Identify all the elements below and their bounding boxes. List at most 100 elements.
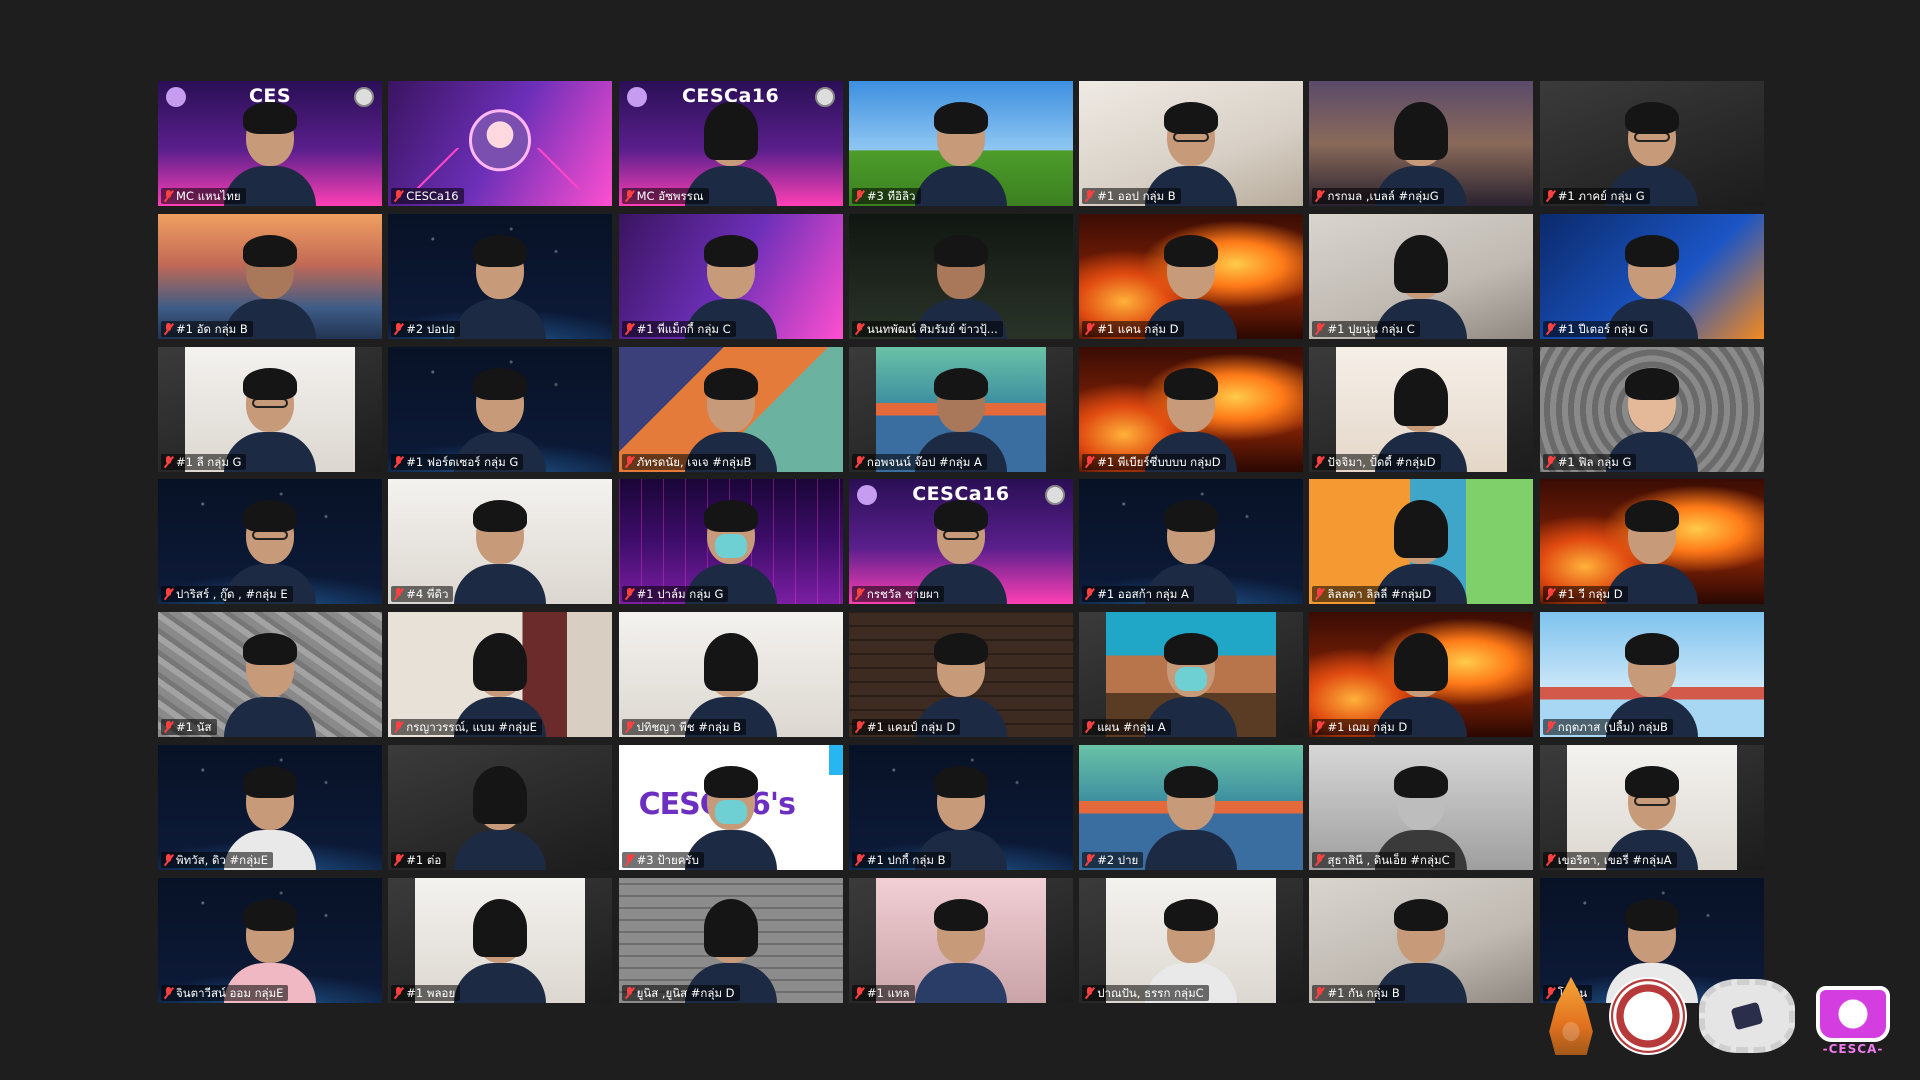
participant-tile[interactable]: #1 แคน กลุ่ม D xyxy=(1079,213,1304,339)
participant-tile[interactable]: #1 เฌม กลุ่ม D xyxy=(1309,612,1534,738)
muted-mic-icon xyxy=(394,986,403,999)
participant-tile[interactable]: #2 ปอปอ xyxy=(388,213,613,339)
participant-tile[interactable]: #1 ภาคย์ กลุ่ม G xyxy=(1539,81,1764,206)
muted-mic-icon xyxy=(394,588,403,600)
muted-mic-icon xyxy=(855,986,864,999)
participant-name: กรชวัล ชายผา xyxy=(866,587,940,602)
participant-tile[interactable]: #1 วี กลุ่ม D xyxy=(1539,479,1764,605)
participant-tile[interactable]: #1 อัด กลุ่ม B xyxy=(158,213,382,339)
participant-tile[interactable]: ปาริสร์ , กู๊ด , #กลุ่ม E xyxy=(158,479,382,605)
participant-tile[interactable]: ยูนิส ,ยูนิส #กลุ่ม D xyxy=(618,877,843,1003)
participant-name: #1 พี่แม็กกี้ กลุ่ม C xyxy=(636,321,731,336)
participant-name: #1 ลี กลุ่ม G xyxy=(176,454,242,469)
cesca-mini-logo-icon xyxy=(166,87,186,107)
participant-tile[interactable]: #1 แคมป์ กลุ่ม D xyxy=(848,612,1073,738)
participant-tile[interactable]: ภัทรดนัย, เจเจ #กลุ่มB xyxy=(618,346,843,472)
participant-tile[interactable]: #1 ออสก้า กลุ่ม A xyxy=(1079,479,1304,605)
participant-name-bar: จินตาวีสน์ ออม กลุ่มE xyxy=(161,984,289,1001)
participant-name: ภัทรดนัย, เจเจ #กลุ่มB xyxy=(636,454,752,469)
muted-mic-icon xyxy=(1315,322,1324,335)
participant-tile[interactable]: #3 ทีอิลิว xyxy=(848,81,1073,206)
participant-name: CESCa16 xyxy=(406,189,459,203)
participant-hair xyxy=(1624,234,1679,267)
participant-tile[interactable]: #1 ปุยนุ่น กลุ่ม C xyxy=(1309,213,1534,339)
participant-name-bar: #1 พีเบียร์ซึ่บบบบ กลุ่มD xyxy=(1082,453,1226,470)
muted-mic-icon xyxy=(1546,190,1555,202)
participant-hair xyxy=(703,633,758,692)
participant-tile[interactable]: ปทิชญา พีช #กลุ่ม B xyxy=(618,612,843,738)
participant-name-bar: #1 ลี กลุ่ม G xyxy=(161,453,247,470)
participant-tile[interactable]: #1 ฟอร์ตเซอร์ กลุ่ม G xyxy=(388,346,613,472)
video-feed xyxy=(1079,346,1304,472)
participant-tile[interactable]: ลิลลดา ลิลลี่ #กลุ่มD xyxy=(1309,479,1534,605)
participant-tile[interactable]: #1 ออป กลุ่ม B xyxy=(1079,81,1304,206)
muted-mic-icon xyxy=(1315,721,1324,733)
participant-tile[interactable]: #1 ปกกี้ กลุ่ม B xyxy=(848,744,1073,870)
muted-mic-icon xyxy=(625,721,634,733)
participant-tile[interactable]: กรกมล ,เบลล์ #กลุ่มG xyxy=(1309,81,1534,206)
participant-tile[interactable]: ปัจจิมา, ปั้ดดี้ #กลุ่มD xyxy=(1309,346,1534,472)
participant-name-bar: #1 ปาล์ม กลุ่ม G xyxy=(621,586,729,603)
cesc-card-accent xyxy=(828,744,843,775)
gear-chip-logo xyxy=(1699,979,1795,1053)
participant-tile[interactable]: #1 พลอย xyxy=(388,877,613,1003)
participant-hair xyxy=(243,367,297,400)
participant-name-bar: MC แหนไทย xyxy=(161,188,246,204)
participant-name-bar: แผน #กลุ่ม A xyxy=(1082,719,1171,736)
participant-tile[interactable]: แผน #กลุ่ม A xyxy=(1079,612,1304,738)
participant-tile[interactable]: CESCa16 กรชวัล ชายผา xyxy=(848,479,1073,605)
muted-mic-icon xyxy=(1085,190,1094,202)
participant-tile[interactable]: จินตาวีสน์ ออม กลุ่มE xyxy=(158,877,382,1003)
video-feed xyxy=(1336,346,1507,472)
muted-mic-icon xyxy=(1085,986,1094,999)
participant-tile[interactable]: #2 ปาย xyxy=(1079,744,1304,870)
participant-tile[interactable]: CESCa16 MC อัซพรรณ xyxy=(618,81,843,206)
participant-tile[interactable]: #1 ปาล์ม กลุ่ม G xyxy=(618,479,843,605)
participant-tile[interactable]: #1 นัส xyxy=(158,612,382,738)
participant-tile[interactable]: กอพจนน์ จ๊อป #กลุ่ม A xyxy=(848,346,1073,472)
participant-hair xyxy=(473,500,528,533)
participant-tile[interactable]: #1 ลี กลุ่ม G xyxy=(158,346,382,472)
participant-tile[interactable]: #1 แทล xyxy=(848,877,1073,1003)
participant-tile[interactable]: CESCa16 xyxy=(388,81,613,206)
muted-mic-icon xyxy=(164,190,173,202)
participant-tile[interactable]: #4 พี่ดิว xyxy=(388,479,613,605)
participant-tile[interactable]: #1 ปีเตอร์ กลุ่ม G xyxy=(1539,213,1764,339)
participant-name: #3 ป้ายครับ xyxy=(636,852,699,867)
participant-name: #2 ปอปอ xyxy=(406,321,456,336)
participant-hair xyxy=(703,234,758,267)
participant-tile[interactable]: พิทวัส, ดิว #กลุ่มE xyxy=(158,744,382,870)
cesca-logo-text: -CESCA- xyxy=(1822,1042,1884,1056)
participant-body xyxy=(454,962,547,1003)
video-feed xyxy=(875,346,1047,472)
participant-name: ปทิชญา พีช #กลุ่ม B xyxy=(636,720,742,735)
participant-tile[interactable]: #1 กัน กลุ่ม B xyxy=(1309,877,1534,1003)
participant-tile[interactable]: #1 พี่แม็กกี้ กลุ่ม C xyxy=(618,213,843,339)
participant-hair xyxy=(1394,633,1449,692)
participant-tile[interactable]: กรญาวรรณ์, แบม #กลุ่มE xyxy=(388,612,613,738)
participant-tile[interactable]: #1 พีเบียร์ซึ่บบบบ กลุ่มD xyxy=(1079,346,1304,472)
participant-hair xyxy=(1394,898,1449,931)
muted-mic-icon xyxy=(394,455,403,468)
participant-body xyxy=(1145,829,1238,870)
participant-name: #1 ปีเตอร์ กลุ่ม G xyxy=(1557,321,1648,336)
participant-hair xyxy=(243,898,297,931)
participant-tile[interactable]: CES MC แหนไทย xyxy=(158,81,382,206)
sponsor-logos: -CESCA- xyxy=(1545,975,1899,1057)
participant-tile[interactable]: สุธาสินี , ดินเอ็ย #กลุ่มC xyxy=(1309,744,1534,870)
participant-tile[interactable]: ปาณปัน, ธรรก กลุ่มC xyxy=(1079,877,1304,1003)
participant-name: #1 วี กลุ่ม D xyxy=(1557,587,1623,602)
participant-hair xyxy=(933,898,988,931)
cart-icon xyxy=(1816,986,1890,1042)
participant-tile[interactable]: นนทพัฒน์ ศิมรัมย์ ข้าวปุ้... xyxy=(848,213,1073,339)
participant-tile[interactable]: CESC 16's #3 ป้ายครับ xyxy=(618,744,843,870)
participant-tile[interactable]: กฤตภาส (ปลื้ม) กลุ่มB xyxy=(1539,612,1764,738)
muted-mic-icon xyxy=(164,721,173,733)
participant-name-bar: #3 ทีอิลิว xyxy=(851,188,921,204)
muted-mic-icon xyxy=(855,455,864,468)
participant-tile[interactable]: #1 ต่อ xyxy=(388,744,613,870)
participant-tile[interactable]: #1 ฟิล กลุ่ม G xyxy=(1539,346,1764,472)
participant-tile[interactable]: เขอริดา, เขอรี่ #กลุ่มA xyxy=(1539,744,1764,870)
participant-name-bar: #1 ภาคย์ กลุ่ม G xyxy=(1542,188,1650,204)
participant-name-bar: ปทิชญา พีช #กลุ่ม B xyxy=(621,719,747,736)
